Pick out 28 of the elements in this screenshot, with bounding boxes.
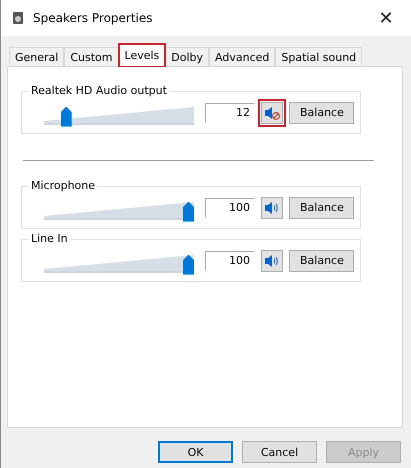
speaker-muted-icon [264, 106, 280, 120]
device-name: Realtek HD Audio output [28, 84, 170, 97]
mute-button[interactable] [261, 250, 283, 272]
mute-button[interactable] [261, 196, 283, 218]
device-name: Microphone [28, 179, 98, 192]
tab[interactable]: Advanced [209, 47, 276, 66]
volume-field[interactable]: 100 [205, 198, 255, 218]
balance-button[interactable]: Balance [289, 196, 354, 218]
device-name: Line In [28, 232, 71, 245]
tab[interactable]: General [9, 47, 64, 66]
dialog-button[interactable]: Cancel [242, 441, 317, 463]
balance-button[interactable]: Balance [289, 102, 354, 124]
slider-thumb[interactable] [183, 202, 194, 222]
slider-thumb[interactable] [60, 106, 72, 126]
close-button[interactable]: ✕ [371, 7, 401, 29]
volume-field[interactable]: 12 [205, 102, 255, 122]
tab[interactable]: Spatial sound [275, 47, 362, 66]
window-title: Speakers Properties [33, 11, 154, 25]
balance-button[interactable]: Balance [289, 250, 354, 272]
speaker-icon [11, 11, 25, 25]
dialog-button[interactable]: OK [158, 441, 233, 463]
tab[interactable]: Dolby [165, 47, 210, 66]
tab[interactable]: Levels [118, 44, 166, 66]
speaker-icon [264, 200, 280, 214]
slider-thumb[interactable] [183, 254, 194, 274]
volume-field[interactable]: 100 [205, 250, 255, 270]
speaker-icon [264, 254, 280, 268]
tab[interactable]: Custom [64, 47, 119, 66]
